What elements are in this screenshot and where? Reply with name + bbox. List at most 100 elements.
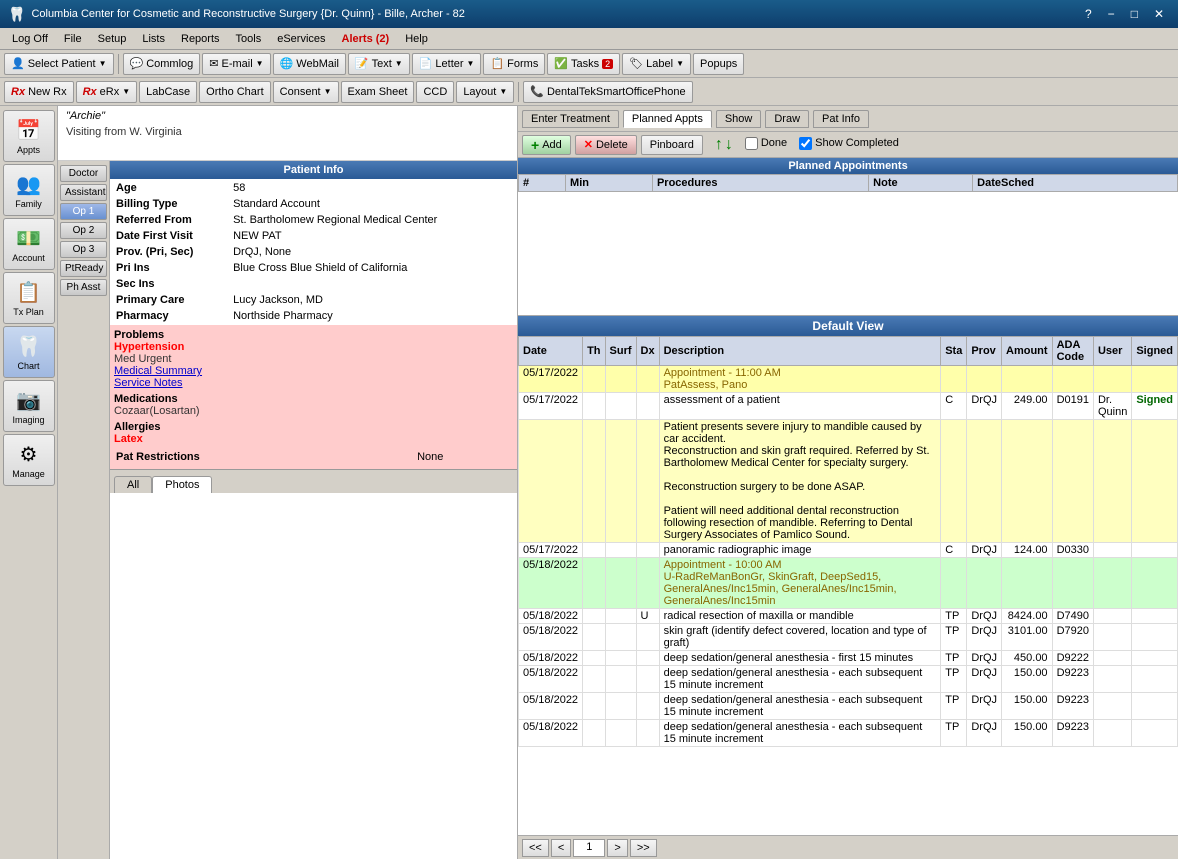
maximize-button[interactable]: □ [1125,5,1144,23]
menu-alerts[interactable]: Alerts (2) [334,31,398,47]
right-panel: Enter Treatment Planned Appts Show Draw … [518,106,1178,859]
cell-date: 05/17/2022 [519,543,583,558]
doctor-button[interactable]: Doctor [60,165,107,182]
tab-show[interactable]: Show [716,110,762,128]
cell-dx: U [636,609,659,624]
dental-tek-button[interactable]: 📞 DentalTekSmartOfficePhone [523,81,692,103]
tab-enter-treatment[interactable]: Enter Treatment [522,110,619,128]
table-row[interactable]: 05/18/2022 deep sedation/general anesthe… [519,651,1178,666]
label-button[interactable]: 🏷 Label ▼ [622,53,691,75]
prev-page-button[interactable]: < [551,839,571,857]
phasst-button[interactable]: Ph Asst [60,279,107,296]
col-note: Note [869,175,973,192]
sidebar-item-account[interactable]: 💵 Account [3,218,55,270]
op3-button[interactable]: Op 3 [60,241,107,258]
table-row[interactable]: 05/17/2022 Appointment - 11:00 AMPatAsse… [519,366,1178,393]
cell-user [1093,366,1131,393]
ptready-button[interactable]: PtReady [60,260,107,277]
email-button[interactable]: ✉ E-mail ▼ [202,53,270,75]
sidebar-item-chart[interactable]: 🦷 Chart [3,326,55,378]
medical-summary-link[interactable]: Medical Summary [114,365,513,377]
delete-button[interactable]: ✕ Delete [575,135,637,155]
table-row[interactable]: 05/18/2022 deep sedation/general anesthe… [519,693,1178,720]
cell-prov: DrQJ [967,693,1002,720]
first-page-button[interactable]: << [522,839,549,857]
medications-label: Medications [114,393,513,405]
text-button[interactable]: 📝 Text ▼ [348,53,410,75]
menu-logoff[interactable]: Log Off [4,31,56,47]
menu-reports[interactable]: Reports [173,31,228,47]
menu-eservices[interactable]: eServices [269,31,333,47]
forms-button[interactable]: 📋 Forms [483,53,545,75]
menu-tools[interactable]: Tools [228,31,270,47]
op1-button[interactable]: Op 1 [60,203,107,220]
service-notes-link[interactable]: Service Notes [114,377,513,389]
menu-file[interactable]: File [56,31,90,47]
cell-date: 05/18/2022 [519,609,583,624]
ccd-button[interactable]: CCD [416,81,454,103]
sidebar-item-appts[interactable]: 📅 Appts [3,110,55,162]
menu-lists[interactable]: Lists [134,31,173,47]
exam-sheet-button[interactable]: Exam Sheet [341,81,415,103]
table-row[interactable]: 05/17/2022 panoramic radiographic image … [519,543,1178,558]
table-row[interactable]: 05/17/2022 assessment of a patient C DrQ… [519,393,1178,420]
cell-dx [636,666,659,693]
ortho-chart-button[interactable]: Ortho Chart [199,81,270,103]
table-row[interactable]: 05/18/2022 deep sedation/general anesthe… [519,720,1178,747]
commlog-button[interactable]: 💬 Commlog [123,53,201,75]
sidebar-item-imaging[interactable]: 📷 Imaging [3,380,55,432]
layout-button[interactable]: Layout ▼ [456,81,514,103]
cell-prov: DrQJ [967,609,1002,624]
cell-th [583,693,605,720]
table-row[interactable]: 05/18/2022 skin graft (identify defect c… [519,624,1178,651]
default-view-panel: Default View Date Th Surf Dx Description… [518,316,1178,859]
tab-planned-appts[interactable]: Planned Appts [623,110,712,128]
table-row[interactable]: 05/18/2022 U radical resection of maxill… [519,609,1178,624]
labcase-button[interactable]: LabCase [139,81,197,103]
rx-icon: Rx [11,86,25,98]
th-dx: Dx [636,337,659,366]
sidebar-item-manage[interactable]: ⚙ Manage [3,434,55,486]
erx-button[interactable]: Rx eRx ▼ [76,81,138,103]
done-checkbox-label[interactable]: Done [745,137,787,150]
table-row[interactable]: Patient presents severe injury to mandib… [519,420,1178,543]
letter-button[interactable]: 📄 Letter ▼ [412,53,482,75]
cell-description: skin graft (identify defect covered, loc… [659,624,941,651]
last-page-button[interactable]: >> [630,839,657,857]
down-arrow-icon[interactable]: ↓ [725,137,733,153]
popups-button[interactable]: Popups [693,53,744,75]
done-checkbox[interactable] [745,137,758,150]
first-visit-value: NEW PAT [229,229,515,243]
next-page-button[interactable]: > [607,839,627,857]
tab-pat-info[interactable]: Pat Info [813,110,869,128]
cell-amount: 249.00 [1002,393,1053,420]
minimize-button[interactable]: − [1102,5,1121,23]
close-button[interactable]: ✕ [1148,5,1170,23]
sidebar-item-family[interactable]: 👥 Family [3,164,55,216]
sidebar-item-txplan[interactable]: 📋 Tx Plan [3,272,55,324]
menu-help[interactable]: Help [397,31,436,47]
tab-photos[interactable]: Photos [152,476,212,493]
consent-button[interactable]: Consent ▼ [273,81,339,103]
done-container: Done [745,137,787,153]
show-completed-checkbox[interactable] [799,137,812,150]
up-arrow-icon[interactable]: ↑ [715,137,723,153]
pharmacy-row: Pharmacy Northside Pharmacy [112,309,515,323]
tab-all[interactable]: All [114,476,152,493]
new-rx-button[interactable]: Rx New Rx [4,81,74,103]
delete-icon: ✕ [584,138,593,151]
help-button[interactable]: ? [1079,5,1098,23]
chart-table-container[interactable]: Date Th Surf Dx Description Sta Prov Amo… [518,336,1178,835]
assistant-button[interactable]: Assistant [60,184,107,201]
webmail-button[interactable]: 🌐 WebMail [273,53,346,75]
table-row[interactable]: 05/18/2022 Appointment - 10:00 AMU-RadRe… [519,558,1178,609]
pinboard-button[interactable]: Pinboard [641,135,703,155]
select-patient-button[interactable]: 👤 Select Patient ▼ [4,53,114,75]
table-row[interactable]: 05/18/2022 deep sedation/general anesthe… [519,666,1178,693]
show-completed-label[interactable]: Show Completed [799,137,899,150]
tasks-button[interactable]: ✅ Tasks 2 [547,53,620,75]
menu-setup[interactable]: Setup [90,31,135,47]
tab-draw[interactable]: Draw [765,110,809,128]
add-button[interactable]: + Add [522,135,571,155]
op2-button[interactable]: Op 2 [60,222,107,239]
